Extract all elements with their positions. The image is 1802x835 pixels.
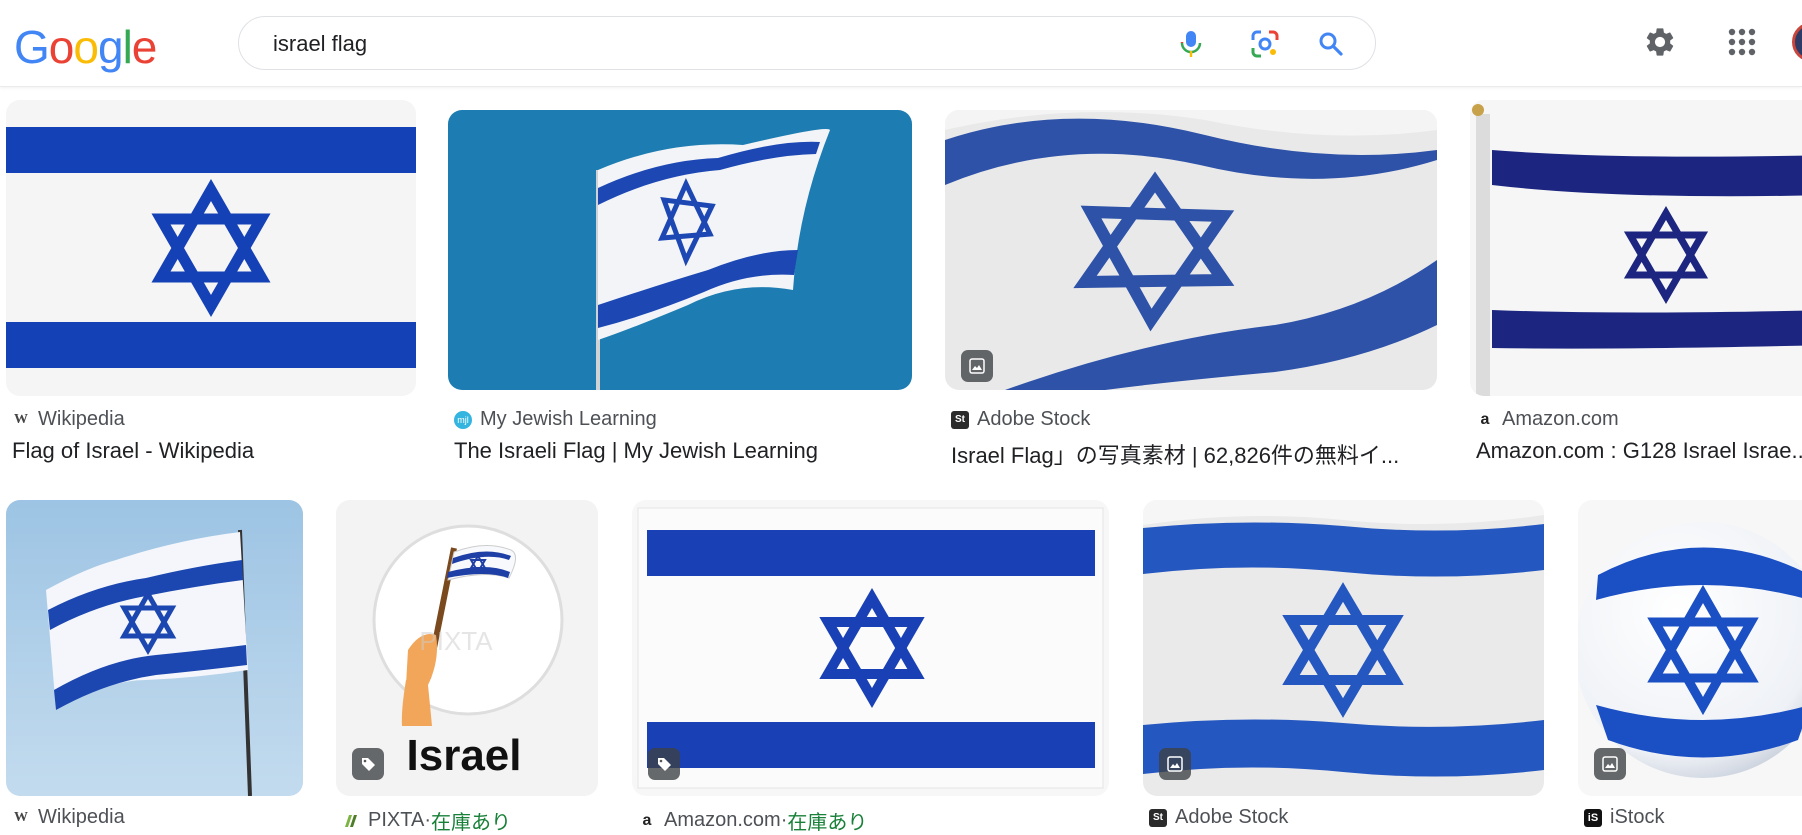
result-source[interactable]: St Adobe Stock [951,408,1090,431]
adobe-stock-icon: St [951,410,969,429]
search-input[interactable] [271,29,1095,59]
separator: · [424,809,431,831]
source-label: PIXTA [368,809,425,831]
source-label: Adobe Stock [1175,806,1289,828]
stock-status: 在庫あり [787,812,868,834]
source-label: Wikipedia [38,806,125,828]
image-result-card[interactable]: W Wikipedia [6,500,303,835]
image-result-card[interactable]: St Adobe Stock [1143,500,1544,835]
result-title[interactable]: Amazon.com : G128 Israel Israe... [1476,438,1802,464]
result-source[interactable]: a Amazon.com · 在庫あり [638,806,868,835]
image-icon [961,350,993,382]
adobe-stock-icon: St [1149,808,1167,827]
search-box [238,16,1376,70]
pixta-icon [342,812,360,830]
result-title[interactable]: Israel Flag」の写真素材 | 62,826件の無料イ... [951,438,1439,470]
stock-status: 在庫あり [430,812,511,834]
google-logo[interactable]: Google [14,21,158,73]
microphone-icon[interactable] [1175,28,1207,60]
lens-camera-icon[interactable] [1249,28,1281,60]
source-label: Adobe Stock [977,408,1091,430]
result-source[interactable]: W Wikipedia [12,408,125,431]
result-image[interactable] [1143,500,1544,796]
pixta-watermark: PIXTA [419,626,493,656]
logo-letter: o [48,21,75,73]
separator: · [780,809,788,831]
result-image[interactable]: PIXTA Israel [336,500,598,796]
image-result-card[interactable]: a Amazon.com Amazon.com : G128 Israel Is… [1470,100,1802,470]
logo-letter: g [97,21,124,73]
result-image[interactable] [6,100,416,396]
myjewishlearning-icon: mjl [454,410,472,429]
result-source[interactable]: mjl My Jewish Learning [454,408,657,431]
amazon-icon: a [642,811,652,829]
wikipedia-icon: W [14,411,28,427]
image-result-card[interactable]: iS iStock [1578,500,1802,835]
avatar[interactable] [1792,22,1802,62]
image-icon [1159,748,1191,780]
amazon-icon: a [1480,410,1490,428]
result-image[interactable] [6,500,303,796]
image-caption-text: Israel [407,731,522,780]
logo-letter: o [73,21,99,73]
result-image[interactable] [448,110,912,390]
result-source[interactable]: a Amazon.com [1476,408,1619,431]
image-icon [1594,748,1626,780]
image-result-card[interactable]: PIXTA Israel PIXTA · 在庫あり [336,500,598,835]
source-label: iStock [1610,806,1665,828]
result-image[interactable] [1470,100,1802,396]
image-result-card[interactable]: a Amazon.com · 在庫あり [632,500,1109,835]
result-source[interactable]: W Wikipedia [12,806,125,829]
result-source[interactable]: iS iStock [1584,806,1664,829]
price-tag-icon [352,748,384,780]
result-source[interactable]: PIXTA · 在庫あり [342,806,511,835]
source-label: My Jewish Learning [480,408,657,430]
gear-icon[interactable] [1640,22,1680,62]
image-result-card[interactable]: St Adobe Stock Israel Flag」の写真素材 | 62,82… [945,100,1437,470]
result-source[interactable]: St Adobe Stock [1149,806,1288,829]
result-image[interactable] [1578,500,1802,796]
apps-grid-icon[interactable] [1722,22,1762,62]
result-image[interactable] [632,500,1109,796]
price-tag-icon [648,748,680,780]
search-icon[interactable] [1315,28,1347,60]
result-image[interactable] [945,110,1437,390]
result-title[interactable]: Flag of Israel - Wikipedia [12,438,412,464]
istock-icon: iS [1584,808,1602,827]
logo-letter: e [131,21,158,73]
wikipedia-icon: W [14,809,28,825]
source-label: Wikipedia [38,408,125,430]
image-result-card[interactable]: mjl My Jewish Learning The Israeli Flag … [448,100,912,470]
logo-letter: l [122,21,133,73]
logo-letter: G [14,21,50,73]
source-label: Amazon.com [1502,408,1619,430]
result-title[interactable]: The Israeli Flag | My Jewish Learning [454,438,914,464]
header-bar: Google [0,0,1802,87]
image-result-card[interactable]: W Wikipedia Flag of Israel - Wikipedia [6,100,416,470]
source-label: Amazon.com [664,809,781,831]
